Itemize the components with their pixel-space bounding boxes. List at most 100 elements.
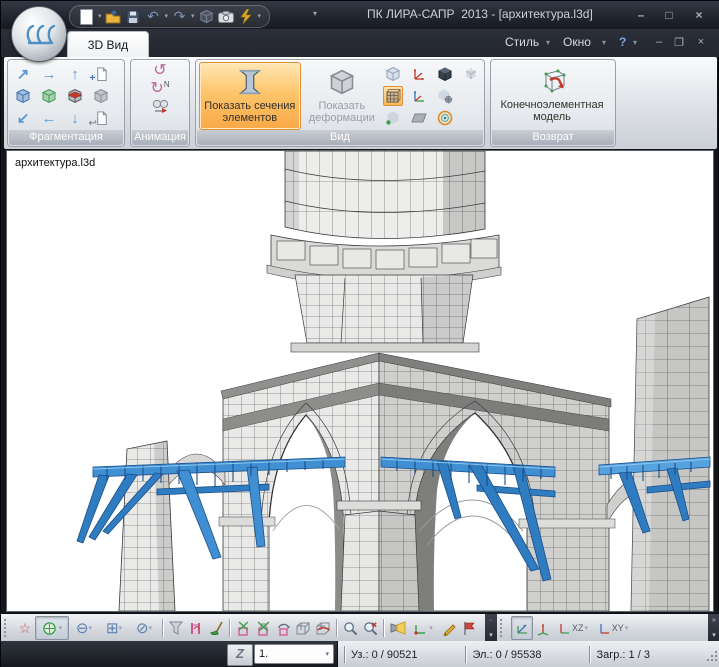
brush-icon[interactable] [206, 617, 226, 639]
frame-model-icon[interactable] [383, 86, 403, 106]
axes-global-icon[interactable] [411, 88, 427, 104]
fragment-close-page-icon[interactable]: ↩ [94, 110, 109, 126]
status-elements: Эл.: 0 / 95538 [472, 649, 541, 661]
view-xy-button[interactable]: XY▾ [593, 617, 633, 639]
toolbar-grip[interactable] [4, 619, 11, 637]
new-document-icon[interactable] [78, 8, 95, 25]
open-file-icon[interactable] [105, 8, 122, 25]
window-close-button[interactable]: × [689, 8, 709, 23]
redo-icon[interactable]: ↷ [171, 8, 188, 25]
fragment-right-icon[interactable]: → [42, 67, 57, 82]
snapshot-camera-icon[interactable] [218, 8, 235, 25]
animation-curve-n-icon[interactable]: ↻N [150, 81, 169, 97]
fragment-up-right-icon[interactable]: ↗ [17, 67, 30, 82]
filter-funnel-icon[interactable] [166, 617, 186, 639]
unselect-nodes-icon[interactable] [233, 617, 253, 639]
style-dropdown-icon[interactable]: ▾ [546, 38, 550, 47]
zoom-select-button[interactable]: ▾ [35, 616, 69, 640]
show-model-cube-icon[interactable] [198, 8, 215, 25]
cube-gear-icon[interactable] [437, 88, 453, 104]
pencil-edit-icon[interactable] [439, 617, 459, 639]
animation-film-icon[interactable] [152, 99, 169, 114]
toolbar-overflow-right[interactable]: »▾ [708, 614, 719, 642]
redo-dropdown-icon[interactable]: ▾ [191, 13, 195, 20]
zoom-in-mag-icon[interactable] [340, 617, 360, 639]
load-case-value: 1. [259, 648, 268, 660]
animation-curve-icon[interactable]: ↺ [153, 63, 166, 79]
zoom-cancel-mag-icon[interactable] [360, 617, 380, 639]
window-dropdown-icon[interactable]: ▾ [602, 38, 606, 47]
fragment-cube-blue-icon[interactable] [15, 88, 31, 104]
deform-cube-icon [328, 65, 356, 99]
show-deformations-button[interactable]: Показать деформации [306, 62, 378, 130]
frame-restore-icon[interactable] [313, 617, 333, 639]
view-rotate-axes-button[interactable] [533, 617, 553, 639]
show-sections-label: Показать сечения элементов [201, 100, 299, 124]
fragment-down-icon[interactable]: ↓ [71, 111, 79, 126]
toolbar-separator [229, 619, 230, 637]
window-maximize-button[interactable]: □ [659, 8, 679, 23]
undo-icon[interactable]: ↶ [145, 8, 162, 25]
toolbar-separator [162, 619, 163, 637]
run-dropdown-icon[interactable]: ▾ [258, 13, 262, 20]
solid-dark-cube-icon[interactable] [437, 66, 453, 82]
view-isometric-button[interactable] [511, 616, 533, 640]
undo-dropdown-icon[interactable]: ▾ [165, 13, 169, 20]
flags-pink-icon[interactable] [186, 617, 206, 639]
unselect-elements-icon[interactable] [253, 617, 273, 639]
new-dropdown-icon[interactable]: ▾ [98, 13, 102, 20]
flag-mark-icon[interactable] [459, 617, 479, 639]
fragment-cube-gray-icon[interactable] [93, 88, 109, 104]
zoom-pen-button[interactable]: ⊘▾ [129, 617, 159, 639]
fe-model-button[interactable]: Конечноэлементная модель [494, 62, 610, 128]
app-logo-lira[interactable] [11, 6, 67, 62]
mdi-close-button[interactable]: × [693, 36, 709, 48]
plane-icon[interactable] [411, 113, 427, 123]
toolbar-overflow-left[interactable]: ∙∙▾ [485, 614, 497, 642]
window-minimize-button[interactable]: – [631, 8, 651, 23]
window-title: ПК ЛИРА-САПР 2013 - [архитектура.l3d] [367, 7, 593, 21]
lira-lyre-icon [22, 17, 56, 51]
render-ornament-disabled-icon[interactable]: ✾ [465, 66, 477, 83]
load-case-icon[interactable]: Z [227, 644, 253, 666]
rotate-selection-icon[interactable] [273, 617, 293, 639]
view-xz-button[interactable]: XZ▾ [553, 617, 593, 639]
axes-local-red-icon[interactable] [411, 66, 427, 82]
target-rings-icon[interactable] [437, 110, 453, 126]
select-poly-star-icon[interactable]: ☆ [15, 617, 35, 639]
qat-overflow-icon[interactable]: ▾ [313, 9, 317, 18]
show-sections-button[interactable]: Показать сечения элементов [199, 62, 301, 130]
wireframe-cube-icon[interactable] [385, 66, 401, 82]
cube-nodes-icon[interactable] [385, 110, 401, 126]
model-viewport[interactable]: архитектура.l3d [6, 150, 714, 612]
mdi-restore-button[interactable]: ❐ [671, 36, 687, 49]
fragment-left-icon[interactable]: ← [42, 111, 57, 126]
menu-help[interactable]: ? [619, 35, 626, 49]
status-bar: Z 1. ▾ Уз.: 0 / 90521 Эл.: 0 / 95538 Заг… [1, 641, 719, 667]
fragment-down-left-icon[interactable]: ↙ [17, 111, 30, 126]
zoom-grid-button[interactable]: ⊞▾ [99, 617, 129, 639]
load-case-combo[interactable]: 1. ▾ [254, 644, 334, 664]
frame-model-small-icon[interactable] [293, 617, 313, 639]
quick-access-toolbar: ▾ ↶ ▾ ↷ ▾ ▾ [69, 5, 270, 28]
zoom-out-button[interactable]: ⊖▾ [69, 617, 99, 639]
local-axes-button[interactable]: ▾ [407, 617, 439, 639]
save-icon[interactable] [125, 8, 142, 25]
spotlight-icon[interactable] [387, 617, 407, 639]
mdi-minimize-button[interactable]: – [651, 36, 667, 48]
ribbon-group-view: Показать сечения элементов Показать дефо… [195, 59, 485, 147]
fragment-cube-green-icon[interactable] [41, 88, 57, 104]
toolbar-grip-2[interactable] [500, 619, 507, 637]
fragment-up-icon[interactable]: ↑ [71, 67, 79, 82]
help-dropdown-icon[interactable]: ▾ [633, 38, 637, 47]
menu-window[interactable]: Окно [563, 35, 591, 49]
tab-3d-view[interactable]: 3D Вид [67, 31, 149, 58]
resize-grip[interactable] [705, 649, 717, 661]
toolbar-separator [383, 619, 384, 637]
status-panel: Уз.: 0 / 90521 Эл.: 0 / 95538 Загр.: 1 /… [337, 641, 719, 667]
fragment-add-page-icon[interactable]: + [94, 66, 109, 82]
menu-style[interactable]: Стиль [505, 35, 539, 49]
bottom-toolbar: ☆ ▾ ⊖▾ ⊞▾ ⊘▾ ▾ [1, 613, 719, 642]
fragment-cube-cut-icon[interactable] [67, 88, 83, 104]
run-lightning-icon[interactable] [238, 8, 255, 25]
